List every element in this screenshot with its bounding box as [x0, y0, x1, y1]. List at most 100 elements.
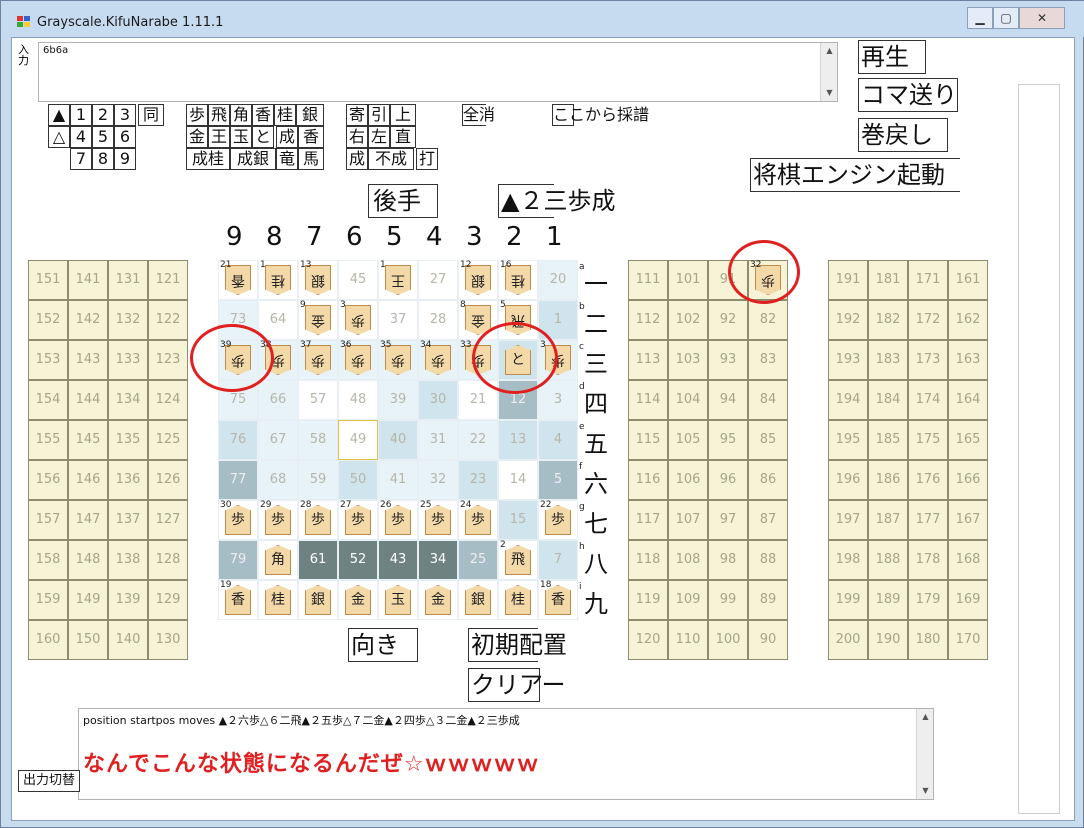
right-hand-cell[interactable]: 183 [868, 340, 908, 380]
board-square[interactable]: 20 [538, 260, 578, 300]
rank-label[interactable]: 二 [584, 304, 608, 339]
piece-number[interactable]: 1 [380, 260, 386, 271]
board-square[interactable]: 50 [338, 460, 378, 500]
rank-label[interactable]: 三 [584, 344, 608, 379]
shogi-piece[interactable]: 桂 [265, 585, 291, 615]
gote-hand-cell[interactable]: 106 [668, 460, 708, 500]
gote-hand-cell[interactable]: 93 [708, 340, 748, 380]
gote-hand-cell[interactable]: 115 [628, 420, 668, 460]
rank-label[interactable]: 五 [584, 424, 608, 459]
gote-hand-cell[interactable]: 114 [628, 380, 668, 420]
right-hand-cell[interactable]: 166 [948, 460, 988, 500]
board-square[interactable]: 31 [418, 420, 458, 460]
left-hand-cell[interactable]: 127 [148, 500, 188, 540]
board-square[interactable]: 66 [258, 380, 298, 420]
piece-to-button[interactable]: と [252, 126, 274, 148]
board-square[interactable]: 40 [378, 420, 418, 460]
naru-button[interactable]: 成 [346, 148, 368, 170]
right-hand-cell[interactable]: 200 [828, 620, 868, 660]
board-square[interactable]: 32 [418, 460, 458, 500]
left-hand-cell[interactable]: 159 [28, 580, 68, 620]
gote-hand-cell[interactable]: 101 [668, 260, 708, 300]
gote-hand-cell[interactable]: 118 [628, 540, 668, 580]
left-hand-cell[interactable]: 160 [28, 620, 68, 660]
right-hand-cell[interactable]: 169 [948, 580, 988, 620]
rank-label[interactable]: 七 [584, 504, 608, 539]
file-label[interactable]: 7 [306, 222, 323, 252]
gote-hand-cell[interactable]: 96 [708, 460, 748, 500]
right-hand-cell[interactable]: 162 [948, 300, 988, 340]
num-2-button[interactable]: 2 [92, 104, 114, 126]
piece-gin-button[interactable]: 銀 [296, 104, 324, 126]
right-hand-cell[interactable]: 174 [908, 380, 948, 420]
piece-ou-button[interactable]: 王 [208, 126, 230, 148]
right-hand-cell[interactable]: 198 [828, 540, 868, 580]
narazu-button[interactable]: 不成 [368, 148, 414, 170]
right-hand-cell[interactable]: 167 [948, 500, 988, 540]
right-hand-cell[interactable]: 176 [908, 460, 948, 500]
board-square[interactable]: 68 [258, 460, 298, 500]
gote-hand-cell[interactable]: 86 [748, 460, 788, 500]
piece-number[interactable]: 13 [300, 260, 311, 271]
piece-number[interactable]: 22 [540, 500, 551, 511]
scroll-down-icon[interactable]: ▼ [821, 85, 837, 101]
piece-number[interactable]: 12 [460, 260, 471, 271]
gote-hand-cell[interactable]: 120 [628, 620, 668, 660]
num-7-button[interactable]: 7 [70, 148, 92, 170]
left-hand-cell[interactable]: 140 [108, 620, 148, 660]
right-hand-cell[interactable]: 199 [828, 580, 868, 620]
rank-label[interactable]: 八 [584, 544, 608, 579]
gote-hand-cell[interactable]: 85 [748, 420, 788, 460]
piece-kyo-button[interactable]: 香 [252, 104, 274, 126]
piece-number[interactable]: 27 [340, 500, 351, 511]
left-hand-cell[interactable]: 156 [28, 460, 68, 500]
right-hand-cell[interactable]: 192 [828, 300, 868, 340]
piece-narigin-button[interactable]: 成銀 [230, 148, 276, 170]
board-square[interactable]: 23 [458, 460, 498, 500]
left-hand-cell[interactable]: 155 [28, 420, 68, 460]
right-hand-cell[interactable]: 164 [948, 380, 988, 420]
board-square[interactable]: 13 [498, 420, 538, 460]
gote-hand-cell[interactable]: 119 [628, 580, 668, 620]
piece-uma-button[interactable]: 馬 [298, 148, 324, 170]
gote-hand-cell[interactable]: 97 [708, 500, 748, 540]
rewind-button[interactable]: 巻戻し [858, 118, 948, 152]
right-hand-cell[interactable]: 161 [948, 260, 988, 300]
piece-nari-button[interactable]: 成 [276, 126, 298, 148]
right-hand-cell[interactable]: 173 [908, 340, 948, 380]
file-label[interactable]: 9 [226, 222, 243, 252]
right-hand-cell[interactable]: 196 [828, 460, 868, 500]
board-square[interactable]: 64 [258, 300, 298, 340]
file-label[interactable]: 6 [346, 222, 363, 252]
input-textarea[interactable]: 6b6a ▲ ▼ [38, 42, 838, 102]
rank-letter[interactable]: d [579, 382, 585, 392]
left-hand-cell[interactable]: 136 [108, 460, 148, 500]
board-square[interactable]: 28 [418, 300, 458, 340]
piece-number[interactable]: 28 [300, 500, 311, 511]
piece-number[interactable]: 5 [500, 300, 506, 311]
gote-hand-cell[interactable]: 116 [628, 460, 668, 500]
board-square[interactable]: 79 [218, 540, 258, 580]
board-square[interactable]: 15 [498, 500, 538, 540]
board-square[interactable]: 3 [538, 380, 578, 420]
right-hand-cell[interactable]: 168 [948, 540, 988, 580]
board-square[interactable]: 43 [378, 540, 418, 580]
left-hand-cell[interactable]: 146 [68, 460, 108, 500]
sugu-button[interactable]: 直 [390, 126, 416, 148]
gote-hand-cell[interactable]: 89 [748, 580, 788, 620]
left-hand-cell[interactable]: 144 [68, 380, 108, 420]
piece-number[interactable]: 35 [380, 340, 391, 351]
shogi-piece[interactable]: 銀 [305, 585, 331, 615]
gote-hand-cell[interactable]: 112 [628, 300, 668, 340]
file-label[interactable]: 4 [426, 222, 443, 252]
input-scrollbar[interactable]: ▲ ▼ [820, 43, 837, 101]
board-square[interactable]: 34 [418, 540, 458, 580]
output-scrollbar[interactable]: ▲ ▼ [916, 709, 933, 799]
gote-hand-cell[interactable]: 94 [708, 380, 748, 420]
left-hand-cell[interactable]: 141 [68, 260, 108, 300]
right-hand-cell[interactable]: 179 [908, 580, 948, 620]
right-hand-cell[interactable]: 172 [908, 300, 948, 340]
left-hand-cell[interactable]: 154 [28, 380, 68, 420]
orientation-button[interactable]: 向き [348, 628, 418, 662]
left-hand-cell[interactable]: 145 [68, 420, 108, 460]
